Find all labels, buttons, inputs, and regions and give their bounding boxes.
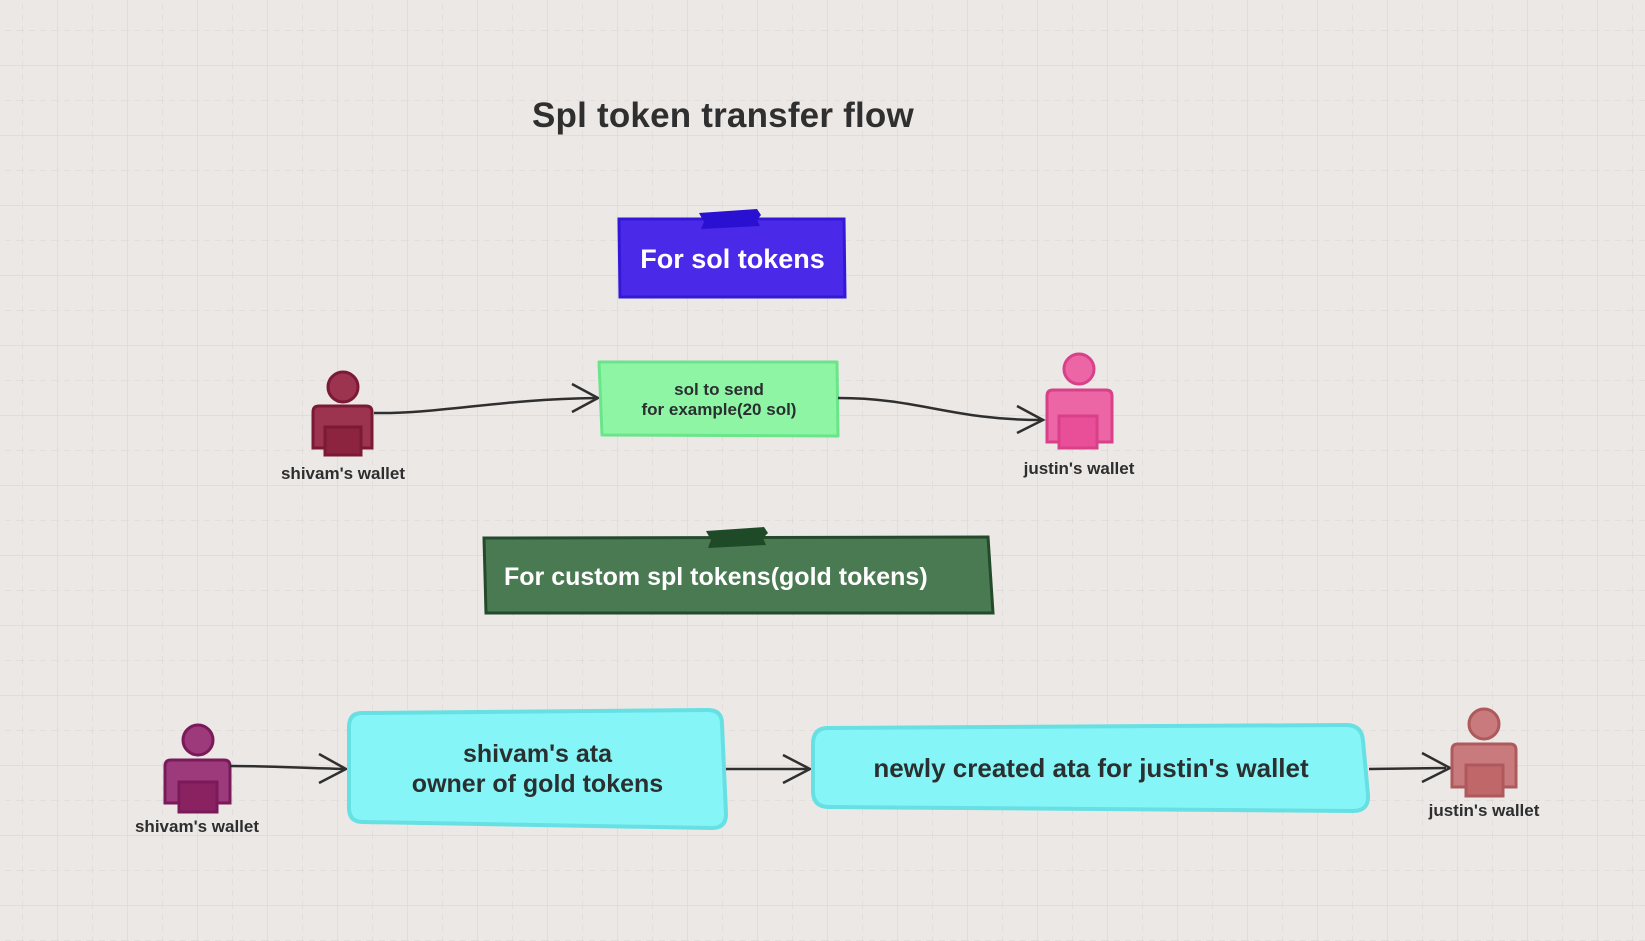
- sol-sender-label: shivam's wallet: [280, 464, 406, 483]
- sol-transfer-text: sol to send for example(20 sol): [641, 379, 797, 419]
- sol-heading-text: For sol tokens: [640, 243, 825, 274]
- spl-sender-label: shivam's wallet: [134, 817, 260, 836]
- spl-receiver-label: justin's wallet: [1428, 801, 1540, 820]
- sender-ata-text: shivam's ata owner of gold tokens: [411, 740, 664, 798]
- receiver-ata-text: newly created ata for justin's wallet: [873, 753, 1309, 784]
- sol-receiver-label: justin's wallet: [1023, 459, 1135, 478]
- page-title: Spl token transfer flow: [532, 96, 914, 135]
- spl-heading-text: For custom spl tokens(gold tokens): [504, 562, 928, 591]
